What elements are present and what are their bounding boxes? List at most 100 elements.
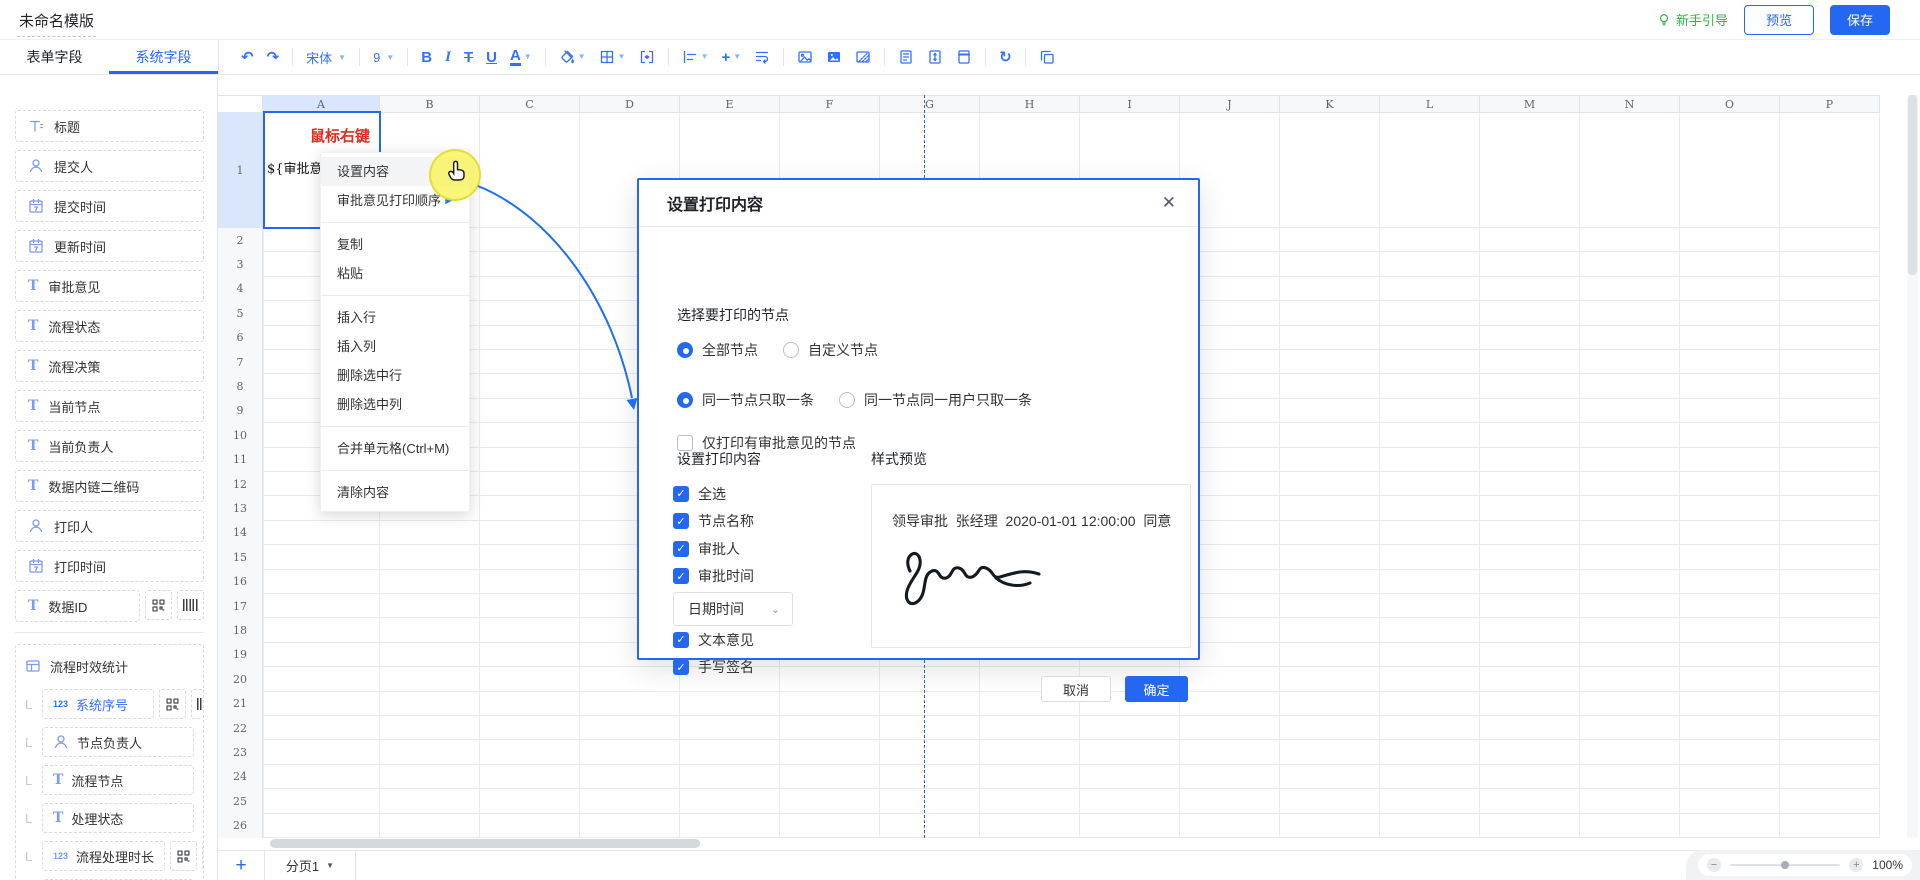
field-item[interactable]: T流程决策	[15, 350, 204, 382]
toolbar-font-select[interactable]: 宋体▼	[306, 48, 346, 67]
column-header-H[interactable]: H	[980, 95, 1080, 112]
field-item[interactable]: 节点负责人	[42, 727, 194, 757]
row-header-17[interactable]: 17	[218, 594, 263, 618]
undo-icon[interactable]: ↶	[241, 50, 254, 65]
menu-item-插入行[interactable]: 插入行	[321, 303, 469, 332]
checkbox-文本意见[interactable]: ✓文本意见	[673, 626, 754, 654]
row-header-4[interactable]: 4	[218, 277, 263, 301]
fill-color-icon[interactable]: ▼	[559, 49, 586, 65]
column-header-D[interactable]: D	[580, 95, 680, 112]
zoom-slider[interactable]	[1730, 864, 1840, 866]
row-header-1[interactable]: 1	[218, 112, 263, 228]
field-item[interactable]: 123系统序号	[42, 689, 154, 719]
vertical-scrollbar-thumb[interactable]	[1908, 95, 1917, 275]
field-item[interactable]: 打印人	[15, 510, 204, 542]
header-settings-icon[interactable]	[956, 49, 972, 65]
drag-barcode-chip[interactable]	[177, 590, 204, 620]
column-header-F[interactable]: F	[780, 95, 880, 112]
tab-form-fields[interactable]: 表单字段	[0, 40, 109, 74]
field-item[interactable]: 提交人	[15, 150, 204, 182]
radio-全部节点[interactable]: 全部节点	[677, 340, 758, 360]
align-left-icon[interactable]: ▼	[682, 49, 709, 65]
close-icon[interactable]: ✕	[1162, 193, 1176, 213]
strikethrough-icon[interactable]: T	[464, 50, 473, 65]
field-item[interactable]: T审批意见	[15, 270, 204, 302]
row-height-icon[interactable]	[927, 49, 943, 65]
row-header-14[interactable]: 14	[218, 521, 263, 545]
row-header-10[interactable]: 10	[218, 423, 263, 447]
field-item[interactable]: 更新时间	[15, 230, 204, 262]
menu-item-粘贴[interactable]: 粘贴	[321, 259, 469, 288]
bold-icon[interactable]: B	[421, 50, 432, 65]
row-header-21[interactable]: 21	[218, 692, 263, 716]
row-header-24[interactable]: 24	[218, 765, 263, 789]
radio-同一节点同一用户只取一条[interactable]: 同一节点同一用户只取一条	[839, 390, 1032, 410]
field-item[interactable]: T流程节点	[42, 765, 194, 795]
tab-system-fields[interactable]: 系统字段	[109, 40, 218, 74]
horizontal-scrollbar[interactable]	[270, 839, 700, 848]
row-header-12[interactable]: 12	[218, 472, 263, 496]
field-item[interactable]: T当前节点	[15, 390, 204, 422]
merge-cells-icon[interactable]	[639, 49, 655, 65]
menu-item-复制[interactable]: 复制	[321, 230, 469, 259]
row-header-15[interactable]: 15	[218, 545, 263, 569]
menu-item-插入列[interactable]: 插入列	[321, 332, 469, 361]
grid-corner-cell[interactable]	[218, 95, 263, 112]
drag-qr-chip[interactable]	[159, 689, 186, 719]
field-item[interactable]: T数据内链二维码	[15, 470, 204, 502]
row-header-2[interactable]: 2	[218, 228, 263, 252]
menu-item-清除内容[interactable]: 清除内容	[321, 478, 469, 507]
row-header-22[interactable]: 22	[218, 716, 263, 740]
page-settings-icon[interactable]	[898, 49, 914, 65]
save-button[interactable]: 保存	[1830, 5, 1890, 35]
row-header-3[interactable]: 3	[218, 252, 263, 276]
column-header-C[interactable]: C	[480, 95, 580, 112]
column-header-L[interactable]: L	[1380, 95, 1480, 112]
image-filled-icon[interactable]	[826, 49, 842, 65]
font-color-icon[interactable]: A▼	[510, 48, 532, 66]
field-item[interactable]: 打印时间	[15, 550, 204, 582]
row-header-8[interactable]: 8	[218, 374, 263, 398]
copy-format-icon[interactable]	[1039, 49, 1055, 65]
row-header-16[interactable]: 16	[218, 570, 263, 594]
field-item[interactable]: 123流程处理时长	[42, 841, 165, 871]
insert-image-icon[interactable]	[797, 49, 813, 65]
column-header-O[interactable]: O	[1680, 95, 1780, 112]
confirm-button[interactable]: 确定	[1125, 676, 1188, 702]
row-header-5[interactable]: 5	[218, 301, 263, 325]
row-header-18[interactable]: 18	[218, 618, 263, 642]
time-format-select[interactable]: 日期时间 ⌄	[673, 592, 793, 626]
field-item[interactable]: T当前负责人	[15, 430, 204, 462]
row-header-9[interactable]: 9	[218, 399, 263, 423]
refresh-icon[interactable]: ↻	[999, 50, 1012, 65]
cancel-button[interactable]: 取消	[1041, 676, 1111, 702]
text-wrap-icon[interactable]	[754, 49, 770, 65]
column-header-J[interactable]: J	[1180, 95, 1280, 112]
row-header-26[interactable]: 26	[218, 814, 263, 838]
underline-icon[interactable]: U	[486, 50, 497, 65]
row-header-11[interactable]: 11	[218, 448, 263, 472]
zoom-in-button[interactable]: +	[1849, 858, 1863, 872]
column-header-M[interactable]: M	[1480, 95, 1580, 112]
drag-barcode-chip[interactable]	[202, 841, 204, 871]
beginner-guide-link[interactable]: 新手引导	[1657, 10, 1728, 29]
italic-icon[interactable]: I	[445, 50, 451, 65]
field-item[interactable]: T处理状态	[42, 803, 194, 833]
row-header-6[interactable]: 6	[218, 326, 263, 350]
field-item[interactable]: 提交时间	[15, 190, 204, 222]
column-header-K[interactable]: K	[1280, 95, 1380, 112]
toolbar-font-size-select[interactable]: 9▼	[373, 50, 394, 65]
field-item[interactable]: T流程状态	[15, 310, 204, 342]
column-header-G[interactable]: G	[880, 95, 980, 112]
checkbox-全选[interactable]: ✓全选	[673, 480, 754, 508]
row-header-25[interactable]: 25	[218, 789, 263, 813]
add-page-button[interactable]: +	[218, 851, 264, 880]
checkbox-手写签名[interactable]: ✓手写签名	[673, 654, 754, 682]
preview-button[interactable]: 预览	[1744, 5, 1814, 35]
radio-同一节点只取一条[interactable]: 同一节点只取一条	[677, 390, 814, 410]
watermark-icon[interactable]	[855, 49, 871, 65]
row-header-20[interactable]: 20	[218, 667, 263, 691]
menu-item-删除选中列[interactable]: 删除选中列	[321, 390, 469, 419]
page-tab[interactable]: 分页1 ▼	[264, 851, 356, 880]
drag-barcode-chip[interactable]	[191, 689, 204, 719]
